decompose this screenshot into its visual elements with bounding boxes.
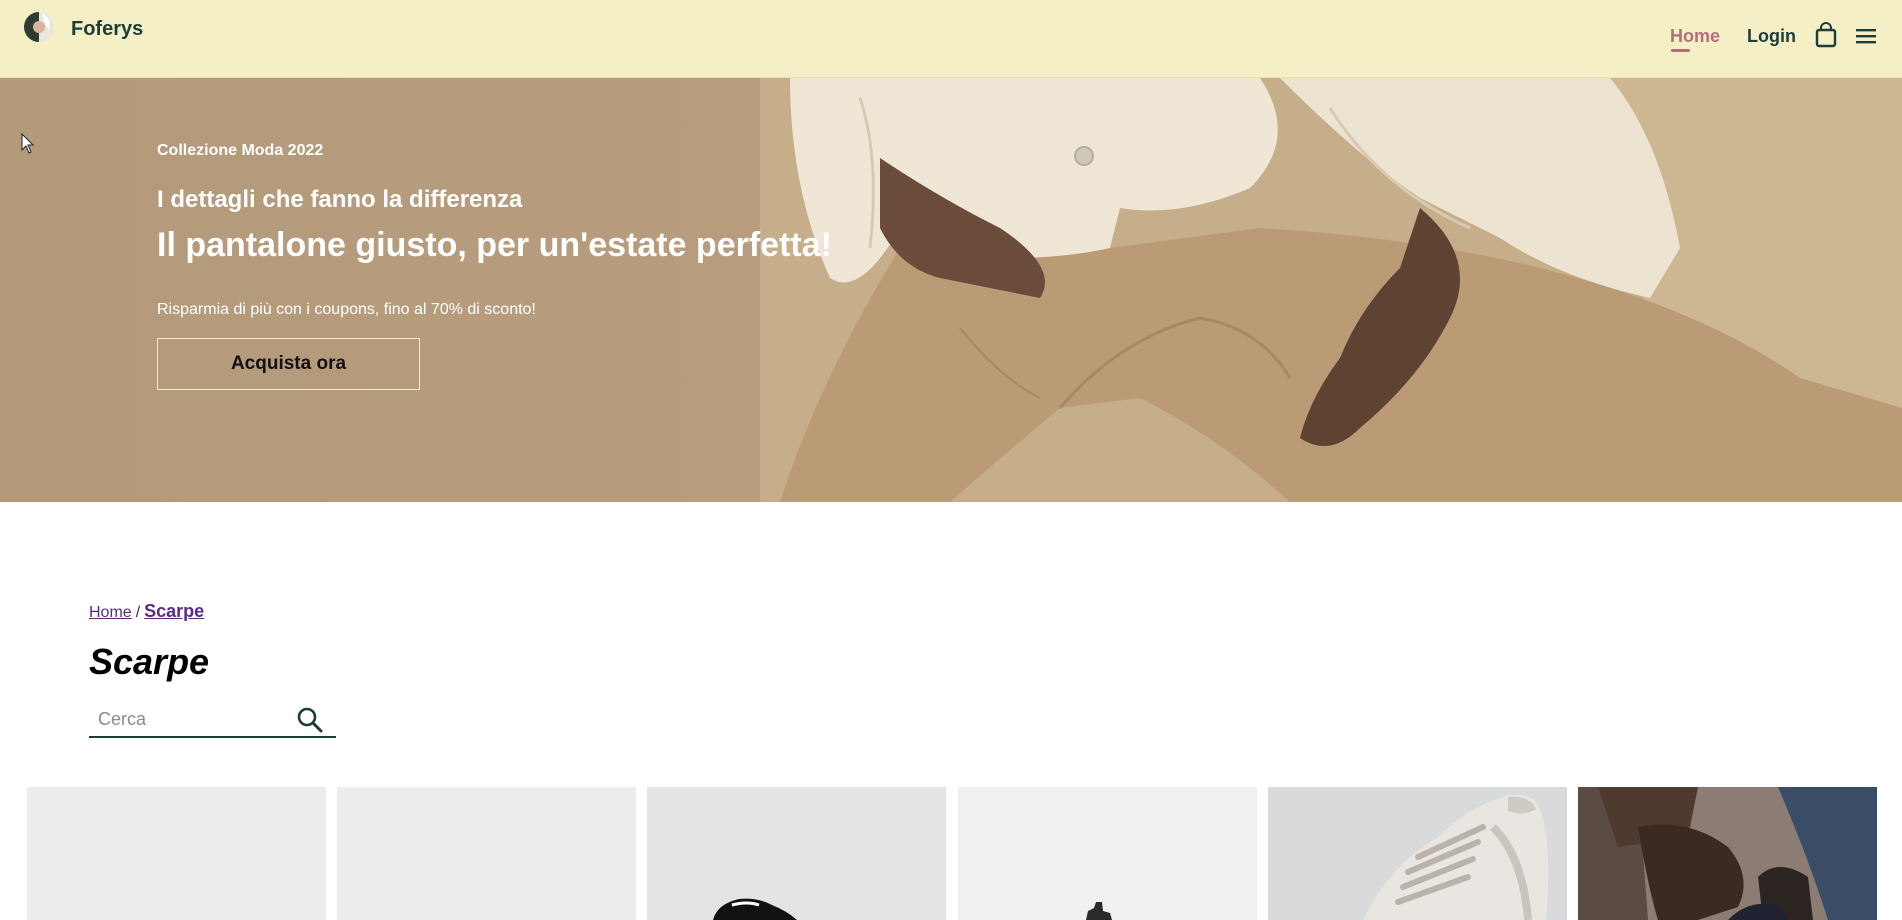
hero-title: Il pantalone giusto, per un'estate perfe… xyxy=(157,226,832,264)
product-tile-6[interactable] xyxy=(1578,787,1877,920)
site-header: Foferys Home Login xyxy=(0,0,1902,78)
person-tying-shoe-image xyxy=(1578,787,1877,920)
search-box xyxy=(89,702,336,738)
page-title: Scarpe xyxy=(89,641,210,682)
product-tile-3[interactable] xyxy=(647,787,946,920)
product-tile-4[interactable] xyxy=(958,787,1257,920)
logo-icon[interactable] xyxy=(22,10,56,44)
brand-name[interactable]: Foferys xyxy=(71,18,143,41)
hamburger-menu-icon[interactable] xyxy=(1855,26,1877,46)
search-input[interactable] xyxy=(89,702,289,736)
white-sneaker-image xyxy=(1268,787,1567,920)
nav-login-link[interactable]: Login xyxy=(1747,26,1796,47)
boot-image xyxy=(958,787,1257,920)
active-nav-indicator xyxy=(1671,49,1690,52)
breadcrumb-home-link[interactable]: Home xyxy=(89,604,132,621)
hero-subtitle: I dettagli che fanno la differenza xyxy=(157,186,523,213)
hero-promo-text: Risparmia di più con i coupons, fino al … xyxy=(157,301,536,318)
mouse-cursor-icon xyxy=(21,133,35,154)
search-icon[interactable] xyxy=(296,706,324,734)
product-tile-2[interactable] xyxy=(337,787,636,920)
nav-home-link[interactable]: Home xyxy=(1670,26,1720,47)
shopping-bag-icon[interactable] xyxy=(1814,22,1838,48)
breadcrumb-separator: / xyxy=(135,604,141,621)
breadcrumb: Home / Scarpe xyxy=(89,601,204,622)
hero-eyebrow: Collezione Moda 2022 xyxy=(157,142,324,159)
shop-now-button[interactable]: Acquista ora xyxy=(157,338,420,390)
black-shoe-image xyxy=(647,787,946,920)
product-tile-5[interactable] xyxy=(1268,787,1567,920)
product-tile-1[interactable] xyxy=(27,787,326,920)
breadcrumb-current-link[interactable]: Scarpe xyxy=(144,601,204,621)
hero-banner: Collezione Moda 2022 I dettagli che fann… xyxy=(0,78,1902,502)
